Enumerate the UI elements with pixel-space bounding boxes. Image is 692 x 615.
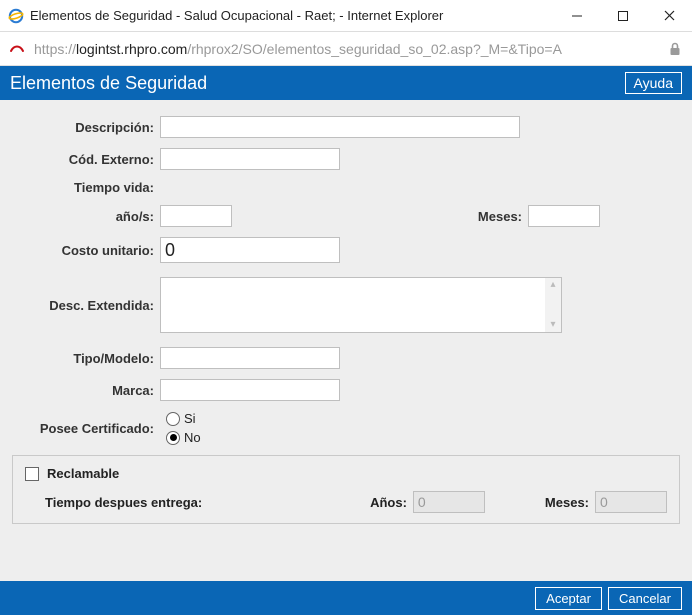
scroll-up-icon: ▴ (550, 278, 555, 292)
url-path: /rhprox2/SO/elementos_seguridad_so_02.as… (187, 41, 562, 57)
tipo-input[interactable] (160, 347, 340, 369)
url-scheme: https:// (34, 41, 76, 57)
page-header: Elementos de Seguridad Ayuda (0, 66, 692, 100)
address-bar: https://logintst.rhpro.com/rhprox2/SO/el… (0, 32, 692, 66)
cod-externo-input[interactable] (160, 148, 340, 170)
form-area: Descripción: Cód. Externo: Tiempo vida: … (0, 100, 692, 581)
sub-meses-label: Meses: (545, 495, 595, 510)
lock-icon (666, 40, 684, 58)
sub-meses-input (595, 491, 667, 513)
anos-label: año/s: (12, 209, 160, 224)
desc-ext-textarea[interactable] (161, 278, 545, 332)
cert-radio-si[interactable]: Si (166, 411, 201, 426)
desc-ext-label: Desc. Extendida: (12, 298, 160, 313)
anos-input[interactable] (160, 205, 232, 227)
descripcion-input[interactable] (160, 116, 520, 138)
window-title: Elementos de Seguridad - Salud Ocupacion… (30, 8, 443, 23)
sub-anos-label: Años: (370, 495, 413, 510)
reclamable-label: Reclamable (47, 466, 119, 481)
reclamable-panel: Reclamable Tiempo despues entrega: Años:… (12, 455, 680, 524)
window-close-button[interactable] (646, 0, 692, 32)
url-host: logintst.rhpro.com (76, 41, 187, 57)
meses-input[interactable] (528, 205, 600, 227)
meses-label: Meses: (478, 209, 528, 224)
radio-icon (166, 412, 180, 426)
accept-button[interactable]: Aceptar (535, 587, 602, 610)
radio-icon (166, 431, 180, 445)
cert-label: Posee Certificado: (12, 421, 160, 436)
help-button[interactable]: Ayuda (625, 72, 682, 94)
sub-anos-input (413, 491, 485, 513)
window-minimize-button[interactable] (554, 0, 600, 32)
scroll-down-icon: ▾ (550, 318, 555, 332)
desc-ext-field: ▴ ▾ (160, 277, 562, 333)
cod-externo-label: Cód. Externo: (12, 152, 160, 167)
marca-label: Marca: (12, 383, 160, 398)
ie-icon (8, 8, 24, 24)
footer-bar: Aceptar Cancelar (0, 581, 692, 615)
cancel-button[interactable]: Cancelar (608, 587, 682, 610)
marca-input[interactable] (160, 379, 340, 401)
costo-input[interactable] (160, 237, 340, 263)
page-title: Elementos de Seguridad (10, 73, 207, 94)
tiempo-vida-label: Tiempo vida: (12, 180, 160, 195)
tipo-label: Tipo/Modelo: (12, 351, 160, 366)
textarea-scrollbar[interactable]: ▴ ▾ (545, 278, 561, 332)
window-titlebar: Elementos de Seguridad - Salud Ocupacion… (0, 0, 692, 32)
cert-no-label: No (184, 430, 201, 445)
cert-radio-no[interactable]: No (166, 430, 201, 445)
costo-label: Costo unitario: (12, 243, 160, 258)
checkbox-icon (25, 467, 39, 481)
window-maximize-button[interactable] (600, 0, 646, 32)
site-icon (8, 40, 26, 58)
descripcion-label: Descripción: (12, 120, 160, 135)
reclamable-checkbox[interactable]: Reclamable (25, 466, 667, 481)
tiempo-entrega-label: Tiempo despues entrega: (25, 495, 265, 510)
cert-si-label: Si (184, 411, 196, 426)
address-url[interactable]: https://logintst.rhpro.com/rhprox2/SO/el… (32, 39, 660, 59)
